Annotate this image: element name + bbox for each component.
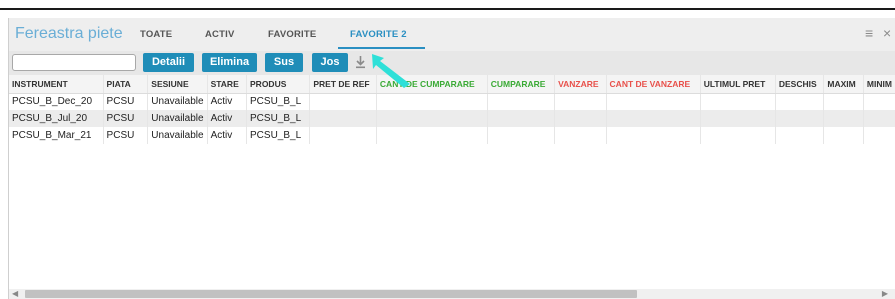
cell-pret-de-ref [309,93,377,110]
cell-cant-de-vanzare [606,110,701,127]
cell-produs: PCSU_B_L [246,110,311,127]
table-row[interactable]: PCSU_B_Dec_20 PCSU Unavailable Activ PCS… [9,93,895,110]
scroll-left-arrow-icon[interactable]: ◀ [12,289,18,299]
column-header-maxim[interactable]: MAXIM [823,75,864,94]
document-rule [0,8,895,10]
cell-pret-de-ref [309,127,377,144]
move-up-button[interactable]: Sus [265,53,303,72]
cell-minim [863,110,895,127]
cell-piata: PCSU [103,110,149,127]
cell-piata: PCSU [103,127,149,144]
cell-cant-de-cumparare [376,127,488,144]
remove-button[interactable]: Elimina [202,53,257,72]
cell-sesiune: Unavailable [147,110,208,127]
cell-instrument: PCSU_B_Dec_20 [9,93,104,110]
cell-stare: Activ [207,127,248,144]
cell-produs: PCSU_B_L [246,127,311,144]
cell-minim [863,127,895,144]
cell-cant-de-vanzare [606,127,701,144]
column-header-ultimul-pret[interactable]: ULTIMUL PRET [700,75,776,94]
search-input[interactable] [12,54,136,71]
column-header-stare[interactable]: STARE [207,75,248,94]
cell-cant-de-cumparare [376,93,488,110]
cell-stare: Activ [207,110,248,127]
pointer-arrow-icon [372,54,410,88]
table-row[interactable]: PCSU_B_Mar_21 PCSU Unavailable Activ PCS… [9,127,895,144]
instrument-grid: INSTRUMENT PIATA SESIUNE STARE PRODUS PR… [9,75,895,144]
cell-maxim [823,110,864,127]
cell-maxim [823,127,864,144]
cell-deschis [775,93,825,110]
cell-cant-de-cumparare [376,110,488,127]
cell-pret-de-ref [309,110,377,127]
cell-instrument: PCSU_B_Jul_20 [9,110,104,127]
tab-activ[interactable]: ACTIV [205,29,235,40]
column-header-cant-de-vanzare[interactable]: CANT DE VANZARE [606,75,701,94]
cell-cant-de-vanzare [606,93,701,110]
cell-deschis [775,127,825,144]
cell-vanzare [554,127,607,144]
tab-toate[interactable]: TOATE [140,29,172,40]
cell-sesiune: Unavailable [147,93,208,110]
toolbar: Detalii Elimina Sus Jos [9,51,895,75]
cell-produs: PCSU_B_L [246,93,311,110]
cell-vanzare [554,110,607,127]
market-window: Fereastra piete TOATE ACTIV FAVORITE FAV… [8,18,895,299]
cell-stare: Activ [207,93,248,110]
cell-maxim [823,93,864,110]
horizontal-scrollbar[interactable]: ◀ ▶ [9,289,895,299]
instrument-table: INSTRUMENT PIATA SESIUNE STARE PRODUS PR… [9,75,895,144]
cell-instrument: PCSU_B_Mar_21 [9,127,104,144]
cell-ultimul-pret [700,127,776,144]
cell-cumparare [487,93,556,110]
details-button[interactable]: Detalii [143,53,194,72]
column-header-piata[interactable]: PIATA [103,75,149,94]
document-top-strip [0,0,895,10]
cell-vanzare [554,93,607,110]
column-header-instrument[interactable]: INSTRUMENT [9,75,104,94]
table-row[interactable]: PCSU_B_Jul_20 PCSU Unavailable Activ PCS… [9,110,895,127]
cell-ultimul-pret [700,110,776,127]
move-down-button[interactable]: Jos [312,53,348,72]
column-header-pret-de-ref[interactable]: PRET DE REF [309,75,377,94]
cell-deschis [775,110,825,127]
window-header: Fereastra piete TOATE ACTIV FAVORITE FAV… [9,18,895,51]
download-icon[interactable] [355,54,366,70]
scrollbar-thumb[interactable] [25,290,637,298]
table-header-row: INSTRUMENT PIATA SESIUNE STARE PRODUS PR… [9,75,895,94]
window-title: Fereastra piete [15,25,123,42]
tab-favorite-2[interactable]: FAVORITE 2 [350,29,407,40]
hamburger-menu-icon[interactable]: ≡ [865,25,873,41]
column-header-sesiune[interactable]: SESIUNE [147,75,208,94]
cell-sesiune: Unavailable [147,127,208,144]
cell-ultimul-pret [700,93,776,110]
cell-cumparare [487,110,556,127]
cell-minim [863,93,895,110]
column-header-deschis[interactable]: DESCHIS [775,75,825,94]
cell-cumparare [487,127,556,144]
close-icon[interactable]: × [883,25,891,41]
column-header-minim[interactable]: MINIM [863,75,895,94]
column-header-cumparare[interactable]: CUMPARARE [487,75,556,94]
tab-favorite[interactable]: FAVORITE [268,29,316,40]
column-header-produs[interactable]: PRODUS [246,75,311,94]
column-header-vanzare[interactable]: VANZARE [554,75,607,94]
active-tab-indicator [338,47,425,49]
cell-piata: PCSU [103,93,149,110]
scroll-right-arrow-icon[interactable]: ▶ [882,289,888,299]
